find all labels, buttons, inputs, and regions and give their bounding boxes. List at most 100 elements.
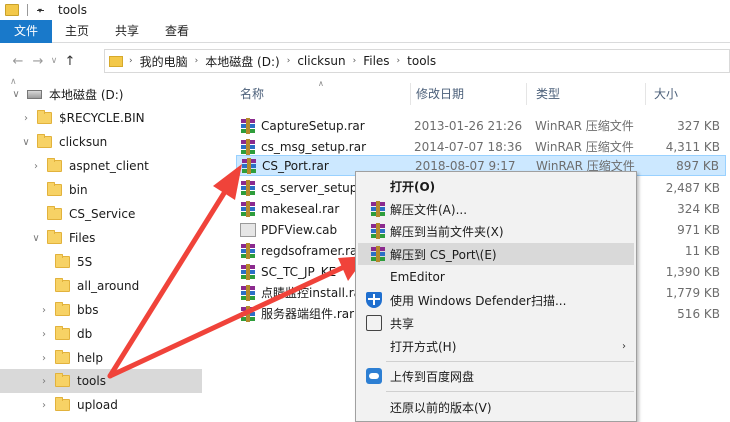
file-row[interactable]: CaptureSetup.rar 2013-01-26 21:26 WinRAR… <box>236 115 726 136</box>
forward-arrow-icon[interactable]: → <box>28 51 48 71</box>
up-arrow-icon[interactable]: ↑ <box>60 51 80 71</box>
breadcrumb-clicksun[interactable]: clicksun <box>297 54 345 68</box>
menu-item-restore-versions[interactable]: 还原以前的版本(V) <box>358 396 634 418</box>
file-type: WinRAR 压缩文件 <box>535 119 634 133</box>
column-header-date[interactable]: 修改日期 <box>416 79 526 109</box>
folder-icon <box>55 326 70 340</box>
chevron-right-icon[interactable]: › <box>129 56 133 66</box>
tab-view[interactable]: 查看 <box>152 20 202 43</box>
chevron-right-icon[interactable]: › <box>38 305 50 316</box>
chevron-right-icon[interactable]: › <box>287 56 291 66</box>
tree-item-label: 本地磁盘 (D:) <box>49 87 124 102</box>
file-size: 2,487 KB <box>665 180 720 195</box>
tree-item-upload[interactable]: › upload <box>38 393 202 417</box>
folder-icon <box>47 230 62 244</box>
ribbon-tabs: 文件 主页 共享 查看 <box>0 20 730 43</box>
menu-item-upload-baidu[interactable]: 上传到百度网盘 <box>358 365 634 387</box>
tree-item-bin[interactable]: bin <box>30 178 202 202</box>
column-divider[interactable] <box>526 83 527 105</box>
tree-item-clicksun[interactable]: ∨ clicksun <box>20 130 202 154</box>
folder-icon <box>55 397 70 411</box>
tree-item-help[interactable]: › help <box>38 346 202 370</box>
winrar-icon <box>240 263 256 280</box>
chevron-right-icon[interactable]: › <box>195 56 199 66</box>
column-divider[interactable] <box>410 83 411 105</box>
chevron-right-icon[interactable]: › <box>353 56 357 66</box>
back-arrow-icon[interactable]: ← <box>8 51 28 71</box>
folder-icon <box>55 278 70 292</box>
address-bar[interactable]: › 我的电脑 › 本地磁盘 (D:) › clicksun › Files › … <box>104 49 730 73</box>
file-type: WinRAR 压缩文件 <box>535 140 634 154</box>
chevron-right-icon[interactable]: › <box>30 161 42 172</box>
tree-item-label: tools <box>77 374 106 388</box>
menu-item-extract-to-folder[interactable]: 解压到 CS_Port\(E) <box>358 243 634 265</box>
chevron-right-icon[interactable]: › <box>38 353 50 364</box>
file-name: CaptureSetup.rar <box>261 118 365 133</box>
folder-icon <box>47 206 62 220</box>
tree-item-label: 5S <box>77 255 93 269</box>
file-size: 516 KB <box>677 306 720 321</box>
tree-item-cs-service[interactable]: CS_Service <box>30 202 202 226</box>
menu-item-share[interactable]: 共享 <box>358 312 634 334</box>
tab-home[interactable]: 主页 <box>52 20 102 43</box>
file-row[interactable]: cs_msg_setup.rar 2014-07-07 18:36 WinRAR… <box>236 136 726 157</box>
cloud-icon <box>366 368 382 384</box>
winrar-icon <box>240 117 256 134</box>
column-header-name[interactable]: 名称 <box>240 79 410 109</box>
chevron-right-icon[interactable]: › <box>20 113 32 124</box>
tree-item-label: db <box>77 327 93 341</box>
recent-dropdown-icon[interactable]: ∨ <box>48 51 60 71</box>
chevron-right-icon: › <box>622 340 626 352</box>
menu-item-extract-here[interactable]: 解压到当前文件夹(X) <box>358 220 634 242</box>
column-divider[interactable] <box>645 83 646 105</box>
chevron-down-icon[interactable]: ∨ <box>30 233 42 244</box>
breadcrumb-my-computer[interactable]: 我的电脑 <box>140 53 188 70</box>
breadcrumb-files[interactable]: Files <box>363 54 389 68</box>
winrar-icon <box>240 284 256 301</box>
tree-item-tools[interactable]: › tools <box>0 369 202 393</box>
chevron-right-icon[interactable]: › <box>38 329 50 340</box>
winrar-icon <box>240 242 256 259</box>
shield-icon <box>366 292 382 308</box>
window-title: tools <box>58 3 87 17</box>
breadcrumb-drive-d[interactable]: 本地磁盘 (D:) <box>205 53 279 70</box>
tree-item-recycle-bin[interactable]: › $RECYCLE.BIN <box>20 106 202 130</box>
file-date: 2014-07-07 18:36 <box>414 139 523 154</box>
tree-item-bbs[interactable]: › bbs <box>38 298 202 322</box>
folder-icon <box>55 254 70 268</box>
chevron-down-icon[interactable]: ∨ <box>10 89 22 100</box>
menu-item-emeditor[interactable]: EmEditor <box>358 266 634 288</box>
menu-item-open[interactable]: 打开(O) <box>358 175 634 197</box>
tree-item-label: clicksun <box>59 135 108 149</box>
file-size: 1,390 KB <box>665 264 720 279</box>
chevron-down-icon[interactable]: ∨ <box>20 137 32 148</box>
menu-item-extract-files[interactable]: 解压文件(A)... <box>358 198 634 220</box>
chevron-right-icon[interactable]: › <box>38 400 50 411</box>
tree-item-aspnet-client[interactable]: › aspnet_client <box>30 154 202 178</box>
file-size: 971 KB <box>677 222 720 237</box>
tree-item-all-around[interactable]: all_around <box>38 274 202 298</box>
folder-icon <box>55 350 70 364</box>
tree-item-drive-d[interactable]: ∨ 本地磁盘 (D:) <box>10 82 202 106</box>
folder-icon <box>109 55 123 67</box>
breadcrumb-tools[interactable]: tools <box>407 54 436 68</box>
tree-item-5s[interactable]: 5S <box>38 250 202 274</box>
tab-file[interactable]: 文件 <box>0 20 53 43</box>
tab-share[interactable]: 共享 <box>102 20 152 43</box>
file-date: 2013-01-26 21:26 <box>414 118 523 133</box>
tree-item-files[interactable]: ∨ Files <box>30 226 202 250</box>
quick-access-dropdown-icon[interactable]: ▾ <box>34 4 46 16</box>
tree-item-db[interactable]: › db <box>38 322 202 346</box>
chevron-right-icon[interactable]: › <box>397 56 401 66</box>
column-header-type[interactable]: 类型 <box>536 79 646 109</box>
tree-item-label: Files <box>69 231 96 245</box>
file-size: 324 KB <box>677 201 720 216</box>
menu-item-open-with[interactable]: 打开方式(H) › <box>358 335 634 357</box>
menu-separator <box>386 361 634 362</box>
folder-icon <box>37 134 52 148</box>
tree-item-label: upload <box>77 398 118 412</box>
menu-item-defender-scan[interactable]: 使用 Windows Defender扫描... <box>358 289 634 311</box>
column-header-size[interactable]: 大小 <box>654 79 724 109</box>
chevron-right-icon[interactable]: › <box>38 376 50 387</box>
tree-item-label: bin <box>69 183 88 197</box>
